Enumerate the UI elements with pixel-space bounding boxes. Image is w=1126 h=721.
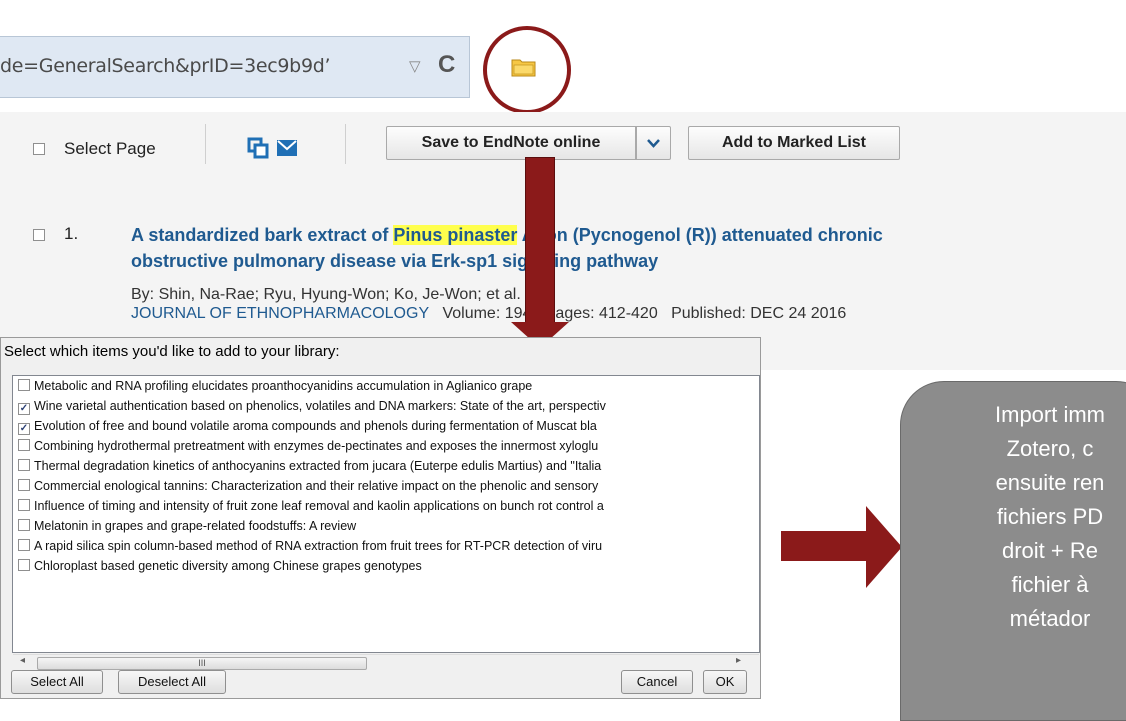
add-to-marked-list-button[interactable]: Add to Marked List — [688, 126, 900, 160]
result-title-link[interactable]: A standardized bark extract of Pinus pin… — [131, 222, 883, 248]
ok-button[interactable]: OK — [703, 670, 747, 694]
title-part: Aiton (Pycnogenol (R)) attenuated chroni… — [517, 225, 883, 245]
item-label: A rapid silica spin column-based method … — [34, 539, 603, 553]
reload-icon[interactable]: C — [438, 50, 455, 80]
toolbar-divider — [345, 124, 346, 164]
result-source: JOURNAL OF ETHNOPHARMACOLOGY Volume: 194… — [131, 305, 846, 323]
dialog-title: Select which items you'd like to add to … — [4, 343, 340, 360]
item-checkbox[interactable] — [18, 439, 30, 451]
item-label: Combining hydrothermal pretreatment with… — [34, 439, 599, 453]
volume: Volume: 194 — [442, 305, 532, 322]
item-label: Evolution of free and bound volatile aro… — [34, 419, 597, 433]
title-highlight: Pinus pinaster — [393, 225, 518, 245]
select-page-label: Select Page — [64, 139, 156, 158]
list-item[interactable]: Commercial enological tannins: Character… — [18, 476, 598, 496]
right-arrow-head — [866, 506, 902, 588]
item-checkbox-checked[interactable]: ✓ — [18, 403, 30, 415]
scroll-thumb[interactable]: III — [37, 657, 367, 670]
result-authors: By: Shin, Na-Rae; Ryu, Hyung-Won; Ko, Je… — [131, 286, 521, 303]
list-item[interactable]: ✓ Wine varietal authentication based on p… — [18, 396, 606, 416]
item-checkbox[interactable] — [18, 379, 30, 391]
url-dropdown-icon[interactable]: ▽ — [409, 56, 421, 78]
list-item[interactable]: ✓ Evolution of free and bound volatile ar… — [18, 416, 597, 436]
list-item[interactable]: Combining hydrothermal pretreatment with… — [18, 436, 598, 456]
list-item[interactable]: Chloroplast based genetic diversity amon… — [18, 556, 422, 576]
toolbar-divider — [205, 124, 206, 164]
pages: Pages: 412-420 — [544, 305, 658, 322]
select-page-checkbox[interactable] — [33, 143, 45, 155]
item-checkbox[interactable] — [18, 499, 30, 511]
item-label: Wine varietal authentication based on ph… — [34, 399, 606, 413]
list-item[interactable]: Influence of timing and intensity of fru… — [18, 496, 604, 516]
chevron-down-icon — [647, 139, 660, 148]
list-item[interactable]: Melatonin in grapes and grape-related fo… — [18, 516, 356, 536]
select-all-button[interactable]: Select All — [11, 670, 103, 694]
cancel-button[interactable]: Cancel — [621, 670, 693, 694]
item-checkbox[interactable] — [18, 459, 30, 471]
item-label: Melatonin in grapes and grape-related fo… — [34, 519, 357, 533]
item-label: Metabolic and RNA profiling elucidates p… — [34, 379, 533, 393]
scroll-right-icon[interactable]: ▸ — [736, 655, 741, 666]
result-title-line2[interactable]: obstructive pulmonary disease via Erk-sp… — [131, 248, 658, 274]
down-arrow-shaft — [525, 157, 555, 327]
save-options-dropdown[interactable] — [636, 126, 671, 160]
item-checkbox[interactable] — [18, 479, 30, 491]
print-icon[interactable] — [247, 137, 269, 159]
save-to-endnote-button[interactable]: Save to EndNote online — [386, 126, 636, 160]
result-number: 1. — [64, 224, 79, 243]
item-checkbox-checked[interactable]: ✓ — [18, 423, 30, 435]
list-item[interactable]: A rapid silica spin column-based method … — [18, 536, 602, 556]
result-checkbox[interactable] — [33, 229, 45, 241]
published-date: Published: DEC 24 2016 — [671, 305, 847, 322]
item-label: Thermal degradation kinetics of anthocya… — [34, 459, 602, 473]
item-checkbox[interactable] — [18, 539, 30, 551]
item-checkbox[interactable] — [18, 559, 30, 571]
callout-text: Import imm Zotero, c ensuite ren fichier… — [995, 402, 1105, 631]
list-item[interactable]: Metabolic and RNA profiling elucidates p… — [18, 376, 532, 396]
item-label: Commercial enological tannins: Character… — [34, 479, 599, 493]
list-item[interactable]: Thermal degradation kinetics of anthocya… — [18, 456, 601, 476]
scroll-left-icon[interactable]: ◂ — [20, 655, 25, 666]
email-icon[interactable] — [277, 140, 297, 156]
journal-name[interactable]: JOURNAL OF ETHNOPHARMACOLOGY — [131, 305, 429, 322]
item-label: Chloroplast based genetic diversity amon… — [34, 559, 422, 573]
deselect-all-button[interactable]: Deselect All — [118, 670, 226, 694]
title-part: A standardized bark extract of — [131, 225, 394, 245]
items-listbox[interactable]: Metabolic and RNA profiling elucidates p… — [12, 375, 760, 653]
item-checkbox[interactable] — [18, 519, 30, 531]
item-label: Influence of timing and intensity of fru… — [34, 499, 604, 513]
highlight-circle — [483, 26, 571, 114]
url-text[interactable]: de=GeneralSearch&prID=3ec9b9d’ — [0, 50, 405, 82]
right-arrow-shaft — [781, 531, 871, 561]
